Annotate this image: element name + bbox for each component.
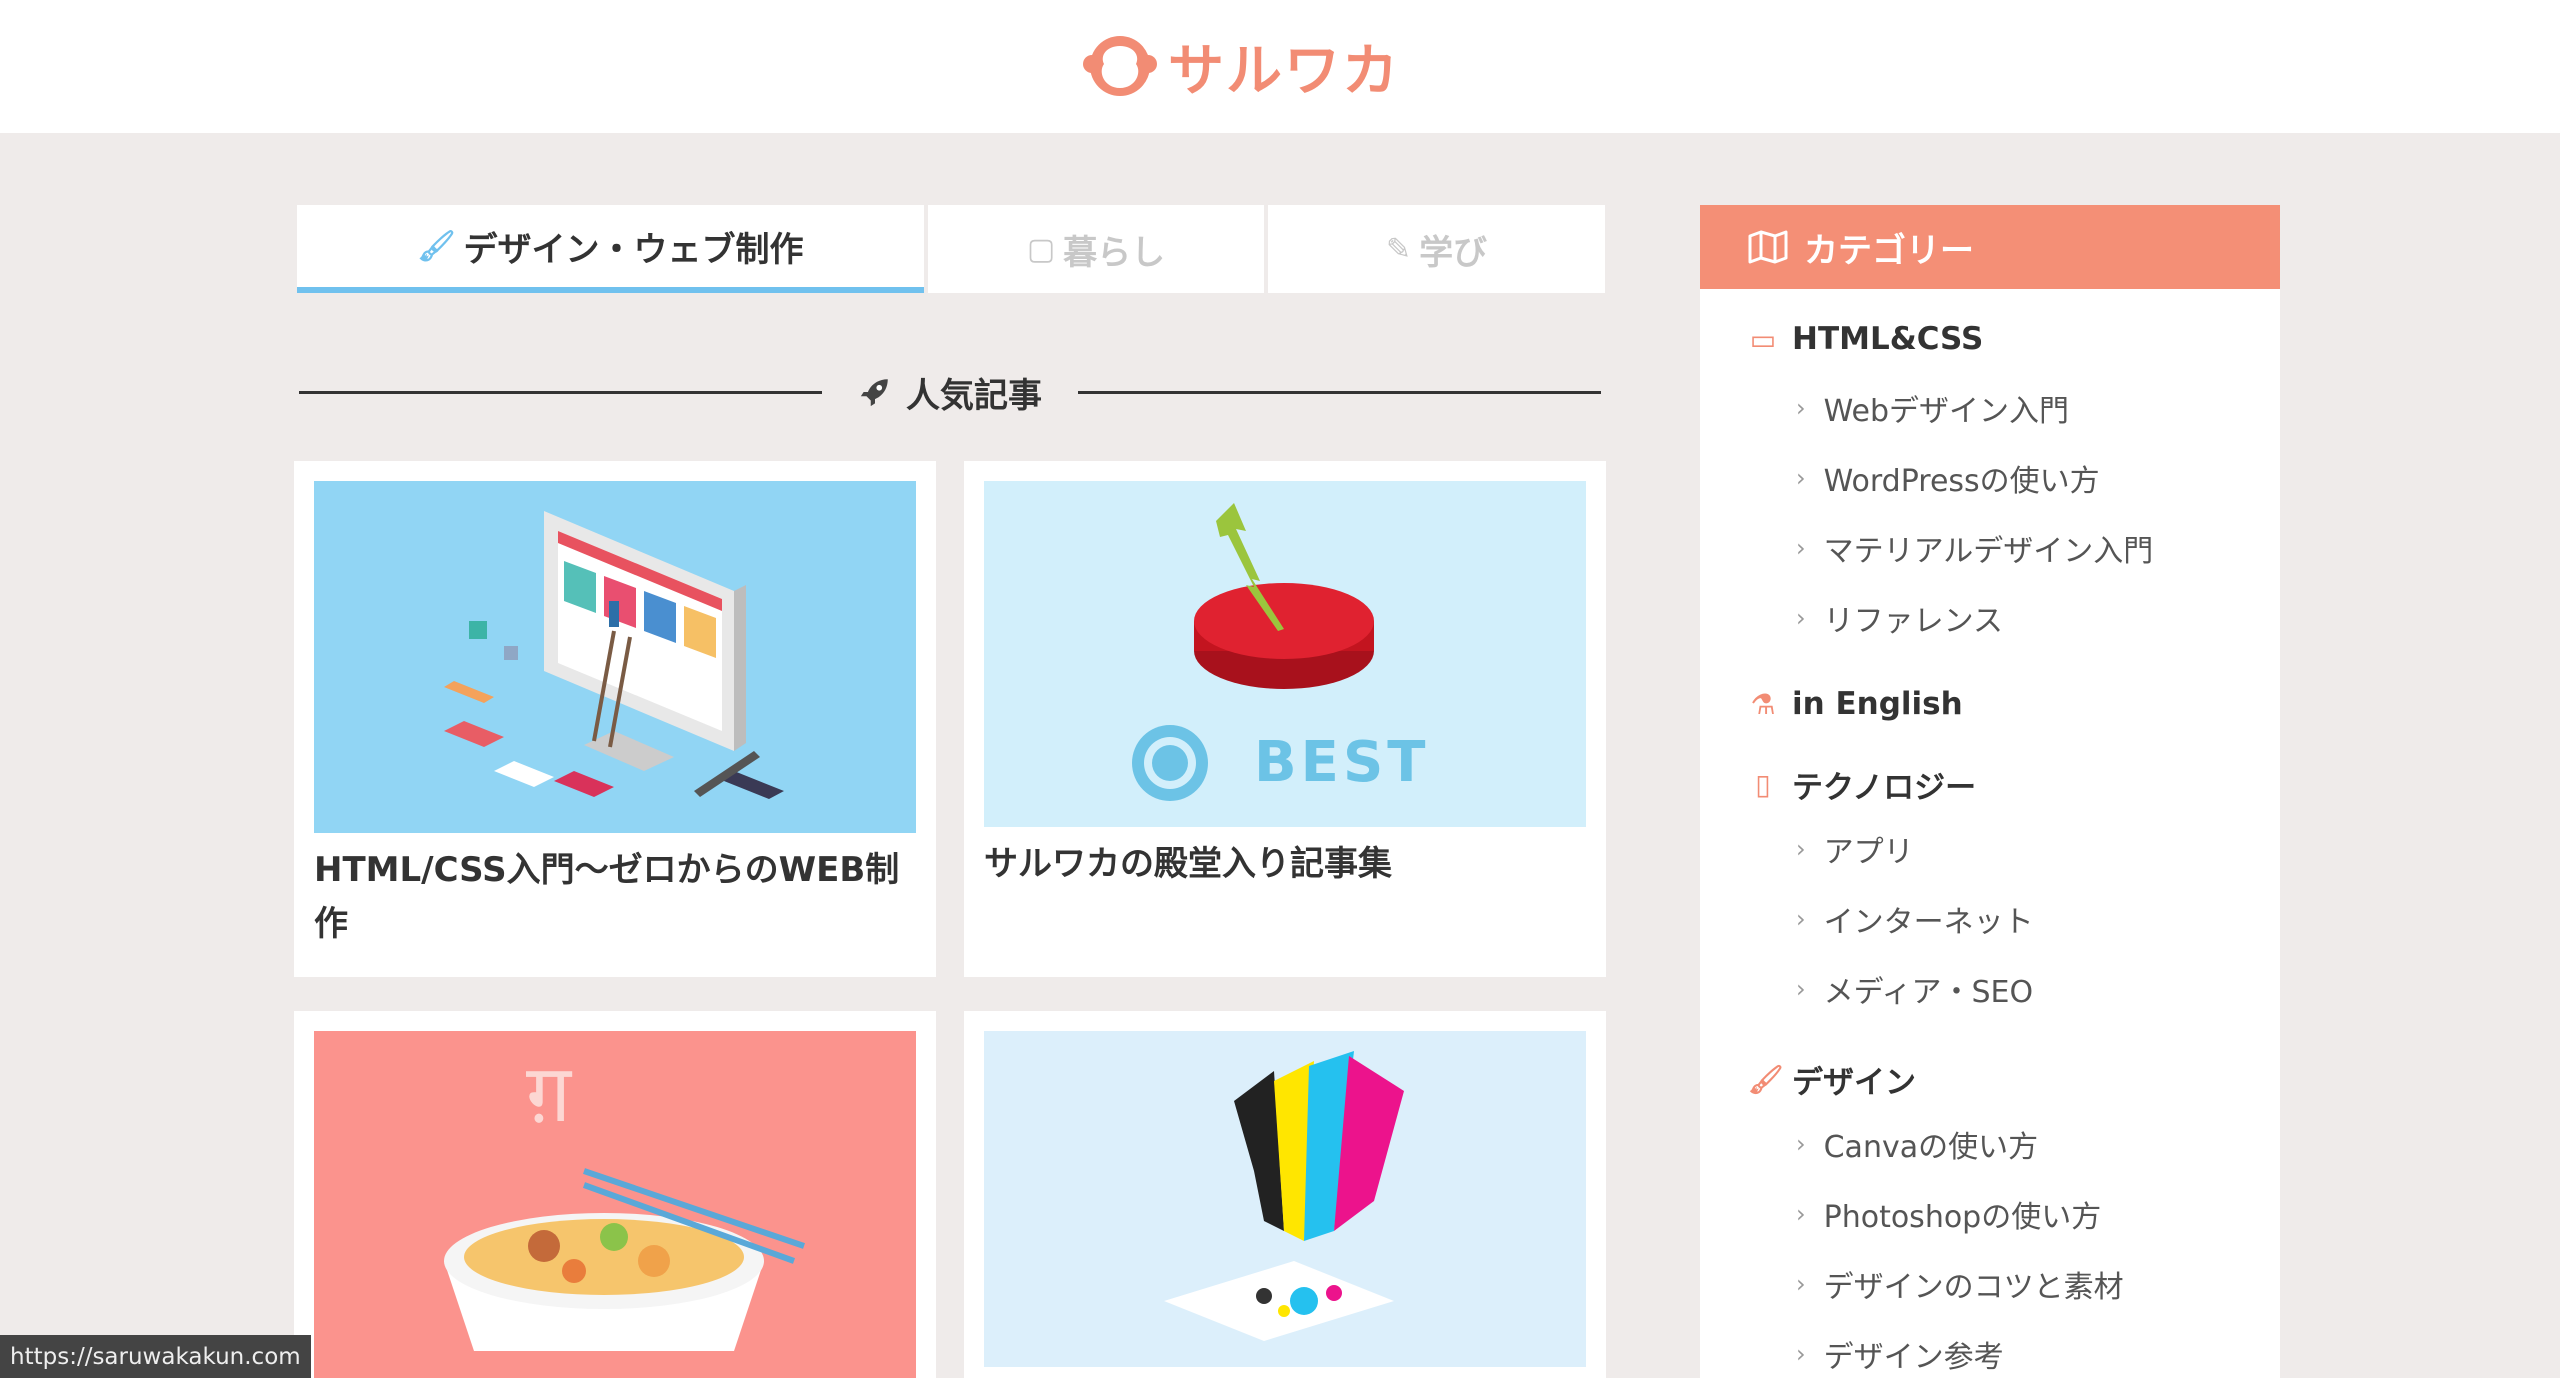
tab-design-web[interactable]: 🖌 デザイン・ウェブ制作 xyxy=(297,205,924,293)
brush-icon: 🖌 xyxy=(417,228,456,264)
chevron-right-icon: › xyxy=(1796,975,1806,1003)
divider xyxy=(1078,390,1601,394)
brush-icon: 🖌 xyxy=(1748,1063,1784,1096)
subcategory-link[interactable]: › リファレンス xyxy=(1796,596,2003,640)
tab-label: 学び xyxy=(1419,232,1488,273)
chevron-right-icon: › xyxy=(1796,1200,1806,1228)
category-html-css[interactable]: ▭ HTML&CSS xyxy=(1748,321,1984,357)
rocket-icon xyxy=(860,379,888,407)
chevron-right-icon: › xyxy=(1796,1130,1806,1158)
category-tabs: 🖌 デザイン・ウェブ制作 ▢ 暮らし ✎ 学び xyxy=(297,205,1605,295)
tab-label: デザイン・ウェブ制作 xyxy=(463,229,804,270)
browser-status-url: https://saruwakakun.com xyxy=(0,1335,311,1378)
chevron-right-icon: › xyxy=(1796,534,1806,562)
category-technology[interactable]: ▯ テクノロジー xyxy=(1748,762,1976,807)
article-card[interactable]: BEST サルワカの殿堂入り記事集 xyxy=(964,461,1606,977)
article-card[interactable]: ग़ xyxy=(294,1011,936,1378)
subcategory-link[interactable]: › インターネット xyxy=(1796,897,2034,941)
tab-life[interactable]: ▢ 暮らし xyxy=(928,205,1264,293)
steam-icon: ग़ xyxy=(526,1047,573,1140)
tablet-icon: ▯ xyxy=(1755,768,1771,801)
article-thumbnail xyxy=(314,481,916,833)
monkey-logo-icon xyxy=(1083,36,1157,96)
popular-heading: 人気記事 xyxy=(299,362,1601,422)
chevron-right-icon: › xyxy=(1796,1270,1806,1298)
chevron-right-icon: › xyxy=(1796,394,1806,422)
subcategory-link[interactable]: › Webデザイン入門 xyxy=(1796,386,2069,430)
subcategory-link[interactable]: › デザインのコツと素材 xyxy=(1796,1262,2124,1306)
subcategory-link[interactable]: › マテリアルデザイン入門 xyxy=(1796,526,2153,570)
sidebar-heading: カテゴリー xyxy=(1700,205,2280,289)
chevron-right-icon: › xyxy=(1796,1340,1806,1368)
subcategory-link[interactable]: › メディア・SEO xyxy=(1796,967,2033,1011)
chevron-right-icon: › xyxy=(1796,835,1806,863)
flask-icon: ⚗ xyxy=(1750,687,1776,721)
category-in-english[interactable]: ⚗ in English xyxy=(1748,686,1962,722)
subcategory-link[interactable]: › Canvaの使い方 xyxy=(1796,1122,2038,1166)
site-logo[interactable]: サルワカ xyxy=(1082,28,1400,104)
chevron-right-icon: › xyxy=(1796,604,1806,632)
laptop-icon: ▭ xyxy=(1749,322,1777,356)
article-title: サルワカの殿堂入り記事集 xyxy=(984,844,1392,884)
article-thumbnail: ग़ xyxy=(314,1031,916,1378)
article-title: HTML/CSS入門〜ゼロからのWEB制作 xyxy=(314,850,900,944)
chevron-right-icon: › xyxy=(1796,464,1806,492)
subcategory-link[interactable]: › Photoshopの使い方 xyxy=(1796,1192,2101,1236)
best-label: BEST xyxy=(1254,730,1429,795)
tab-learning[interactable]: ✎ 学び xyxy=(1268,205,1605,293)
article-thumbnail xyxy=(984,1031,1586,1367)
tab-label: 暮らし xyxy=(1063,232,1166,273)
category-sidebar: カテゴリー ▭ HTML&CSS › Webデザイン入門 › WordPress… xyxy=(1700,205,2280,1378)
article-card[interactable] xyxy=(964,1011,1606,1378)
article-card[interactable]: HTML/CSS入門〜ゼロからのWEB制作 xyxy=(294,461,936,977)
logo-text: サルワカ xyxy=(1168,38,1400,104)
map-icon xyxy=(1748,230,1788,264)
subcategory-link[interactable]: › アプリ xyxy=(1796,827,1914,871)
subcategory-link[interactable]: › WordPressの使い方 xyxy=(1796,456,2100,500)
chevron-right-icon: › xyxy=(1796,905,1806,933)
site-header: サルワカ xyxy=(0,0,2560,133)
leaf-icon: ▢ xyxy=(1026,231,1056,267)
divider xyxy=(299,390,822,394)
popular-title: 人気記事 xyxy=(822,368,1078,417)
subcategory-link[interactable]: › デザイン参考 xyxy=(1796,1332,2004,1376)
article-thumbnail: BEST xyxy=(984,481,1586,827)
category-design[interactable]: 🖌 デザイン xyxy=(1748,1057,1916,1102)
pencil-icon: ✎ xyxy=(1385,231,1412,267)
